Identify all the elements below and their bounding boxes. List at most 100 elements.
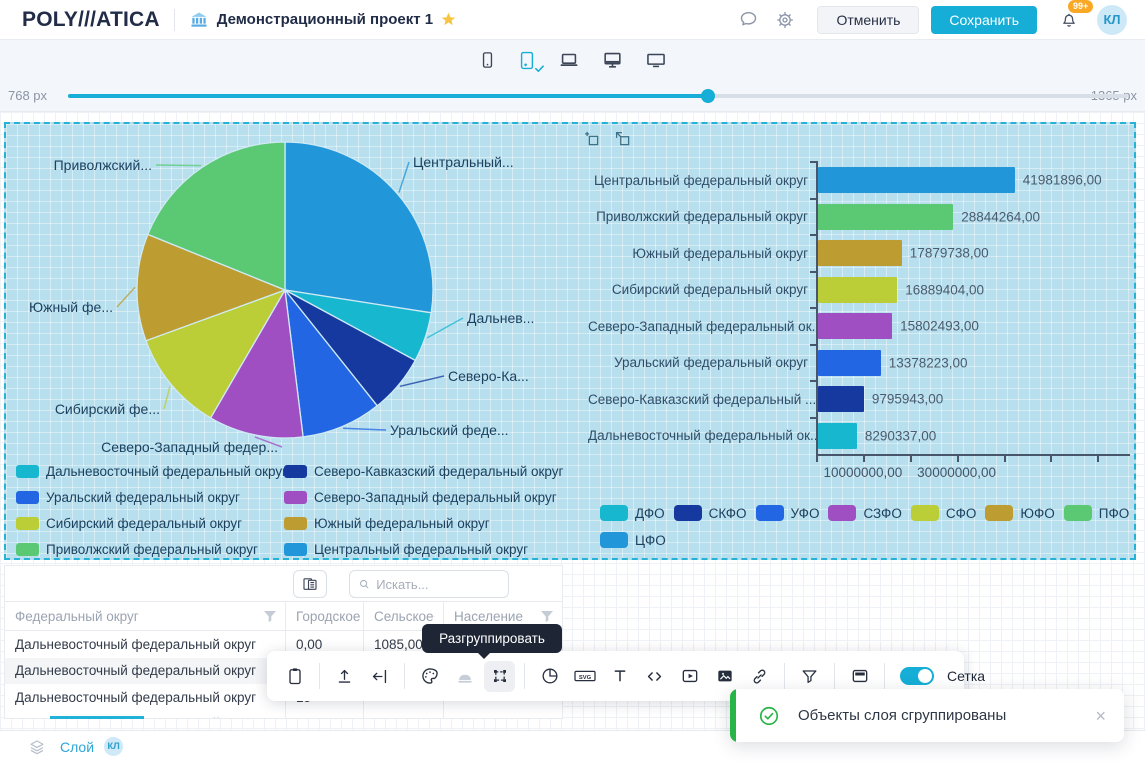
device-laptop-icon[interactable]	[557, 49, 581, 71]
device-tv-icon[interactable]	[644, 49, 668, 71]
row-selection-underline	[50, 716, 144, 719]
bar-category-label: Северо-Кавказский федеральный ...	[588, 392, 816, 407]
panel-icon[interactable]	[844, 661, 875, 692]
bar[interactable]	[818, 240, 902, 266]
text-icon[interactable]	[604, 661, 635, 692]
bar[interactable]	[818, 204, 953, 230]
ungroup-tooltip: Разгруппировать	[422, 624, 562, 653]
device-phone-icon[interactable]	[478, 49, 497, 71]
legend-item[interactable]: Приволжский федеральный округ	[16, 542, 284, 557]
legend-item[interactable]: Сибирский федеральный округ	[16, 516, 284, 531]
svg-icon[interactable]: SVG	[569, 661, 600, 692]
legend-item[interactable]: СФО	[911, 505, 977, 521]
code-icon[interactable]	[639, 661, 670, 692]
legend-item[interactable]: ПФО	[1064, 505, 1129, 521]
bar[interactable]	[818, 277, 897, 303]
pie-chart-icon[interactable]	[534, 661, 565, 692]
clipboard-icon[interactable]	[279, 661, 310, 692]
ungroup-icon[interactable]	[484, 661, 515, 692]
pie-chart-legend: Дальневосточный федеральный округСеверо-…	[16, 464, 564, 557]
filter-funnel-icon[interactable]	[263, 610, 277, 623]
bar-row: Северо-Кавказский федеральный ...9795943…	[588, 381, 1135, 418]
bar-row: Южный федеральный округ17879738,00	[588, 235, 1135, 272]
legend-item[interactable]: Дальневосточный федеральный округ	[16, 464, 284, 479]
filter-funnel-icon[interactable]	[540, 610, 554, 623]
bar-value-label: 8290337,00	[865, 428, 936, 443]
filter-icon[interactable]	[794, 661, 825, 692]
legend-swatch	[828, 505, 856, 521]
bar-value-label: 28844264,00	[961, 209, 1040, 224]
header-divider	[174, 9, 175, 31]
legend-swatch	[600, 505, 628, 521]
layer-label[interactable]: Слой	[60, 739, 94, 755]
align-left-icon[interactable]	[364, 661, 395, 692]
legend-item[interactable]: ЮФО	[985, 505, 1054, 521]
legend-label: Центральный федеральный округ	[314, 542, 528, 557]
notifications-bell-icon[interactable]: 99+	[1059, 9, 1079, 30]
user-avatar[interactable]: КЛ	[1097, 5, 1127, 35]
bar-value-label: 15802493,00	[900, 319, 979, 334]
palette-icon[interactable]	[414, 661, 445, 692]
bar[interactable]	[818, 167, 1015, 193]
legend-label: УФО	[791, 506, 820, 521]
device-monitor-icon[interactable]	[601, 49, 624, 71]
pie-callout-line	[427, 318, 463, 338]
device-selected-check-icon	[534, 63, 545, 74]
bar[interactable]	[818, 386, 864, 412]
bar-value-label: 16889404,00	[905, 282, 984, 297]
pie-callout-label: Уральский феде...	[390, 422, 509, 438]
legend-item[interactable]: СЗФО	[828, 505, 901, 521]
bar-value-label: 13378223,00	[889, 355, 968, 370]
legend-item[interactable]: Северо-Западный федеральный округ	[284, 490, 564, 505]
width-slider-thumb[interactable]	[701, 89, 715, 103]
legend-item[interactable]: ДФО	[600, 505, 665, 521]
pie-chart: Центральный...Дальнев...Северо-Ка...Урал…	[0, 112, 570, 460]
legend-item[interactable]: Южный федеральный округ	[284, 516, 564, 531]
dashboard-canvas[interactable]: Центральный...Дальнев...Северо-Ка...Урал…	[0, 112, 1145, 762]
legend-label: Северо-Западный федеральный округ	[314, 490, 557, 505]
toast-message: Объекты слоя сгруппированы	[798, 707, 1095, 724]
bar-plot-area: 17879738,00	[816, 235, 1130, 272]
toast-close-icon[interactable]: ×	[1095, 707, 1106, 725]
video-icon[interactable]	[674, 661, 705, 692]
image-icon[interactable]	[709, 661, 740, 692]
device-tablet-icon[interactable]	[517, 49, 537, 72]
column-label: Население	[454, 609, 523, 624]
width-slider-fill	[68, 94, 708, 98]
bar[interactable]	[818, 350, 881, 376]
legend-item[interactable]: Уральский федеральный округ	[16, 490, 284, 505]
x-axis-tick-label: 30000000,00	[917, 465, 996, 480]
pie-callout-line	[399, 162, 409, 193]
width-slider-track[interactable]	[68, 94, 1128, 98]
legend-item[interactable]: ЦФО	[600, 532, 666, 548]
bar[interactable]	[818, 423, 857, 449]
legend-item[interactable]: УФО	[756, 505, 820, 521]
legend-item[interactable]: Северо-Кавказский федеральный округ	[284, 464, 564, 479]
bar-row: Дальневосточный федеральный ок...8290337…	[588, 418, 1135, 455]
rotate-corner-icon[interactable]	[614, 130, 632, 148]
bar-category-label: Северо-Западный федеральный ок...	[588, 319, 816, 334]
bar-category-label: Приволжский федеральный округ	[588, 209, 816, 224]
cancel-button[interactable]: Отменить	[817, 6, 919, 34]
legend-item[interactable]: СКФО	[674, 505, 747, 521]
crop-icon[interactable]	[583, 130, 601, 148]
layers-icon[interactable]	[28, 738, 46, 756]
table-columns-button[interactable]	[293, 570, 327, 598]
link-icon[interactable]	[744, 661, 775, 692]
legend-item[interactable]: Центральный федеральный округ	[284, 542, 564, 557]
table-search-input[interactable]	[376, 577, 500, 592]
gear-icon[interactable]	[775, 10, 795, 30]
upload-icon[interactable]	[329, 661, 360, 692]
chat-icon[interactable]	[738, 9, 759, 30]
bar[interactable]	[818, 313, 892, 339]
filter-funnel-icon[interactable]	[434, 610, 435, 623]
table-header-cell: Городское	[286, 602, 364, 630]
project-title: Демонстрационный проект 1	[217, 11, 433, 28]
table-toolbar	[5, 566, 562, 601]
favorite-star-icon[interactable]	[440, 11, 457, 28]
legend-swatch	[16, 465, 39, 478]
pie-callout-line	[117, 287, 135, 307]
grid-toggle[interactable]	[900, 667, 934, 685]
pie-slice[interactable]	[285, 142, 433, 313]
save-button[interactable]: Сохранить	[931, 6, 1037, 34]
